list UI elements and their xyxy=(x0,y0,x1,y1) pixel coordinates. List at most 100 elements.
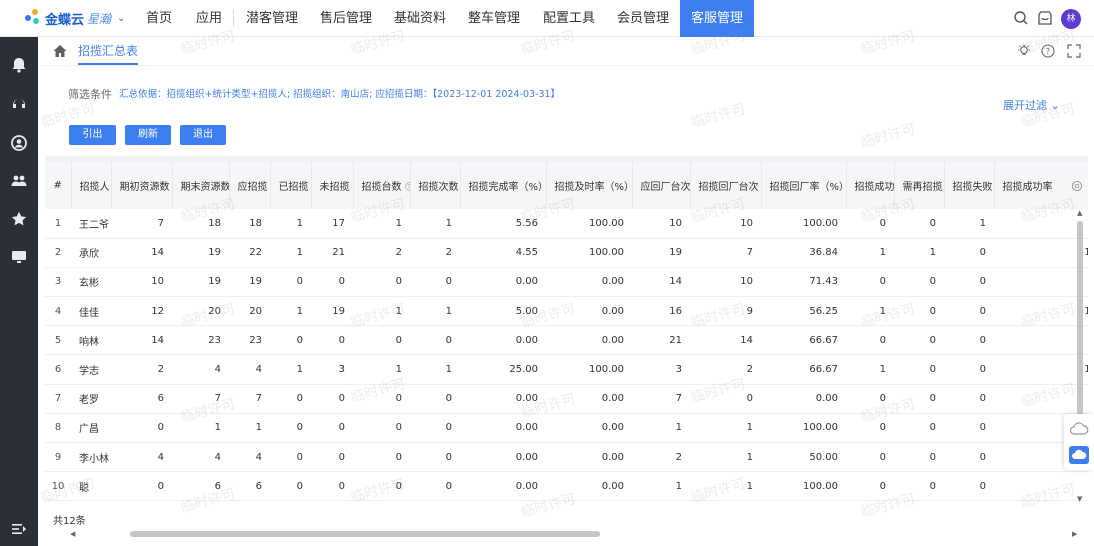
table-cell: 9 xyxy=(690,296,761,327)
nav-item-after-sales[interactable]: 售后管理 xyxy=(312,0,380,37)
table-cell: 71.43 xyxy=(761,267,846,298)
bulb-icon[interactable] xyxy=(1017,44,1031,58)
table-cell: 1 xyxy=(353,209,410,239)
scroll-left-arrow[interactable]: ◀ xyxy=(70,530,75,538)
star-icon[interactable] xyxy=(10,210,28,228)
col-header-due-return[interactable]: 应回厂台次 xyxy=(632,162,691,209)
bell-icon[interactable] xyxy=(10,56,28,74)
col-header-vehicles[interactable]: 招揽台数? xyxy=(353,162,411,209)
chevron-down-icon[interactable]: ⌄ xyxy=(117,13,125,24)
filter-panel: 筛选条件 汇总依据：招揽组织+统计类型+招揽人; 招揽组织：南山店; 应招揽日期… xyxy=(38,66,1094,156)
table-cell: 0.00 xyxy=(546,384,632,414)
user-circle-icon[interactable] xyxy=(10,134,28,152)
help-icon[interactable]: ? xyxy=(404,182,409,191)
svg-text:?: ? xyxy=(1046,47,1050,56)
cloud-outline-icon[interactable] xyxy=(1069,422,1089,436)
monitor-icon[interactable] xyxy=(10,248,28,266)
col-header-success[interactable]: 招揽成功 xyxy=(846,162,895,209)
table-cell: 36.84 xyxy=(761,238,846,268)
table-cell: 18 xyxy=(229,209,270,239)
table-row[interactable]: 2承欣141922121224.55100.0019736.8411010 xyxy=(45,238,1088,268)
avatar[interactable]: 林 xyxy=(1061,9,1081,29)
cloud-icon[interactable] xyxy=(1069,446,1089,464)
nav-item-members[interactable]: 会员管理 xyxy=(609,0,677,37)
tab-summary-report[interactable]: 招揽汇总表 xyxy=(78,42,139,65)
search-icon[interactable] xyxy=(1013,10,1029,29)
table-row[interactable]: 10 聪 0 6 6 0 0 0 0 0.00 0.00 1 1 100.00 0 0 0 xyxy=(45,471,1088,502)
table-row[interactable]: 9 李小林 4 4 4 0 0 0 0 0.00 0.00 2 1 50.00 0 0 0 xyxy=(45,442,1088,473)
home-icon[interactable] xyxy=(52,43,68,59)
fullscreen-icon[interactable] xyxy=(1067,44,1081,58)
col-header-return-rate[interactable]: 招揽回厂率（%） xyxy=(761,162,847,209)
table-cell: 1 xyxy=(172,413,229,444)
table-cell: 1 xyxy=(270,209,311,239)
table-cell: 25.00 xyxy=(460,354,546,385)
table-row[interactable]: 6学志244131125.00100.003266.6710010 xyxy=(45,354,1088,385)
export-button[interactable]: 引出 xyxy=(69,125,116,145)
table-cell: 100.00 xyxy=(761,413,846,444)
table-header-row: # 招揽人 期初资源数 期末资源数 应招揽 已招揽? 未招揽 招揽台数? 招揽次… xyxy=(45,162,1088,209)
table-cell: 0.00 xyxy=(546,325,632,356)
table-cell: 19 xyxy=(172,238,229,268)
table-cell: 0 xyxy=(944,325,994,356)
col-header-person[interactable]: 招揽人 xyxy=(71,162,112,209)
nav-item-base-data[interactable]: 基础资料 xyxy=(386,0,454,37)
col-header-final-resources[interactable]: 期末资源数 xyxy=(172,162,230,209)
column-settings[interactable] xyxy=(1069,162,1088,209)
col-header-need-again[interactable]: 需再招揽 xyxy=(894,162,945,209)
store-icon[interactable] xyxy=(1037,10,1053,29)
headset-icon[interactable] xyxy=(10,95,28,113)
brand-name: 金蝶云 xyxy=(45,12,85,28)
app-logo[interactable]: 金蝶云 星瀚 ⌄ xyxy=(25,6,125,30)
col-header-timely-rate[interactable]: 招揽及时率（%） xyxy=(546,162,633,209)
table-row[interactable]: 3 玄彬 10 19 19 0 0 0 0 0.00 0.00 14 10 71.43 0 0 0 xyxy=(45,267,1088,298)
horizontal-scrollbar[interactable]: ◀ ▶ xyxy=(70,530,1080,538)
nav-item-config-tools[interactable]: 配置工具 xyxy=(534,0,604,37)
table-cell: 0 xyxy=(410,471,460,502)
logo-dots-icon xyxy=(25,9,43,27)
table-row[interactable]: 5 响林 14 23 23 0 0 0 0 0.00 0.00 21 14 66.67 0 0 0 xyxy=(45,325,1088,356)
table-cell: 0 xyxy=(690,384,761,414)
table-row[interactable]: 4佳佳122020119115.000.0016956.2510010 xyxy=(45,296,1088,327)
nav-item-apps[interactable]: 应用 xyxy=(187,0,231,37)
nav-item-vehicles[interactable]: 整车管理 xyxy=(460,0,528,37)
table-cell: 4 xyxy=(172,442,229,473)
table-cell: 1 xyxy=(229,413,270,444)
team-icon[interactable] xyxy=(10,172,28,190)
table-cell: 0 xyxy=(846,413,894,444)
filter-label: 筛选条件 xyxy=(68,88,112,101)
col-header-due[interactable]: 应招揽 xyxy=(229,162,271,209)
table-cell: 0 xyxy=(944,471,994,502)
nav-item-home[interactable]: 首页 xyxy=(137,0,181,37)
col-header-initial-resources[interactable]: 期初资源数 xyxy=(111,162,173,209)
table-cell: 14 xyxy=(632,267,690,298)
menu-collapse-icon[interactable] xyxy=(10,520,28,538)
data-table: # 招揽人 期初资源数 期末资源数 应招揽 已招揽? 未招揽 招揽台数? 招揽次… xyxy=(45,156,1088,508)
table-cell: 0.00 xyxy=(546,413,632,444)
nav-item-prospects[interactable]: 潜客管理 xyxy=(238,0,306,37)
col-header-completion-rate[interactable]: 招揽完成率（%） xyxy=(460,162,547,209)
scrollbar-thumb[interactable] xyxy=(1077,221,1083,421)
help-icon[interactable]: ? xyxy=(1041,44,1055,58)
exit-button[interactable]: 退出 xyxy=(180,125,226,145)
col-header-not-done[interactable]: 未招揽 xyxy=(311,162,354,209)
col-header-fail[interactable]: 招揽失败 xyxy=(944,162,995,209)
scroll-up-arrow[interactable]: ▲ xyxy=(1077,209,1082,217)
scrollbar-thumb[interactable] xyxy=(130,531,600,537)
scroll-down-arrow[interactable]: ▼ xyxy=(1077,495,1082,503)
table-cell: 0 xyxy=(410,267,460,298)
table-row[interactable]: 1 王二爷 7 18 18 1 17 1 1 5.56 100.00 10 10 100.00 0 0 1 xyxy=(45,209,1088,239)
col-header-times[interactable]: 招揽次数 xyxy=(410,162,461,209)
scroll-right-arrow[interactable]: ▶ xyxy=(1072,530,1077,538)
expand-filter-link[interactable]: 展开过滤 ⌄ xyxy=(1003,97,1060,113)
gear-icon[interactable] xyxy=(1071,180,1083,192)
col-header-return-count[interactable]: 招揽回厂台次 xyxy=(690,162,762,209)
table-cell: 0.00 xyxy=(460,442,546,473)
table-row[interactable]: 8 广昌 0 1 1 0 0 0 0 0.00 0.00 1 1 100.00 0 0 0 xyxy=(45,413,1088,444)
refresh-button[interactable]: 刷新 xyxy=(125,125,171,145)
table-row[interactable]: 7 老罗 6 7 7 0 0 0 0 0.00 0.00 7 0 0.00 0 0 0 xyxy=(45,384,1088,414)
nav-item-customer-service[interactable]: 客服管理 xyxy=(680,0,754,37)
table-cell: 1 xyxy=(270,238,311,268)
table-cell xyxy=(994,267,1088,298)
col-header-done[interactable]: 已招揽? xyxy=(270,162,312,209)
